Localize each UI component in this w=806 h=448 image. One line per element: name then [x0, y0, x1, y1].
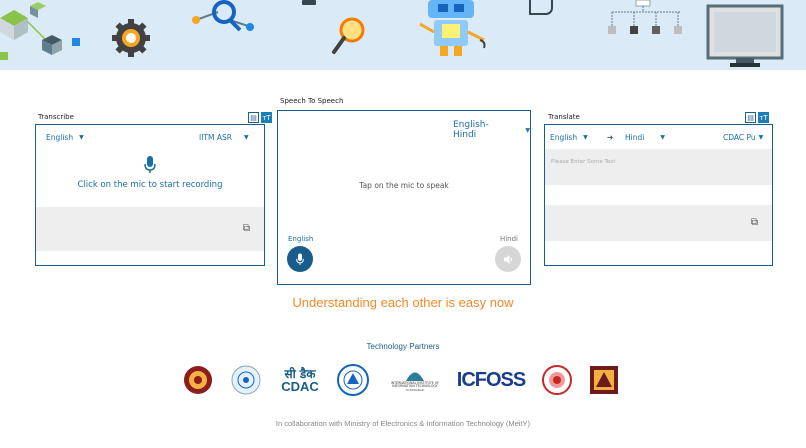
gear-icon	[112, 19, 150, 57]
robot-icon	[419, 0, 486, 56]
cdac-logo-hindi: सी डैक	[284, 366, 316, 381]
language-pair-value: English-Hindi	[453, 120, 489, 140]
language-pair-select[interactable]: English-Hindi ▼	[453, 120, 530, 140]
arrow-right-icon: ➔	[607, 133, 614, 142]
outline-shape-icon	[529, 0, 553, 15]
translate-source-value: English	[550, 133, 578, 142]
play-button[interactable]	[495, 246, 521, 272]
speaker-icon	[503, 254, 512, 264]
translate-target-select[interactable]: Hindi ▼	[625, 133, 665, 142]
transcribe-output: ⧉	[36, 207, 264, 251]
font-size-icon[interactable]: тT	[758, 112, 769, 123]
partners-title: Technology Partners	[366, 342, 440, 351]
network-magnifier-icon	[192, 0, 254, 32]
iit-madras-logo	[182, 362, 214, 398]
banner-illustration	[0, 0, 784, 67]
chevron-down-icon: ▼	[79, 134, 84, 141]
cdac-logo-latin: CDAC	[281, 378, 319, 394]
speech-to-speech-label: Speech To Speech	[280, 97, 344, 105]
iisc-logo	[230, 362, 262, 398]
translate-source-select[interactable]: English ▼	[550, 133, 588, 142]
iiit-hyderabad-logo: INTERNATIONAL INSTITUTE OF INFORMATION T…	[384, 362, 446, 398]
transcribe-model-select[interactable]: IITM ASR ▼	[199, 133, 249, 142]
camera-icon	[302, 0, 316, 5]
record-button[interactable]	[287, 246, 313, 272]
iiit-logo-city: HYDERABAD	[405, 387, 425, 392]
tagline: Understanding each other is easy now	[292, 295, 514, 310]
translate-input[interactable]: Please Enter Some Text	[545, 149, 772, 185]
speech-to-speech-card: English-Hindi ▼ Tap on the mic to speak …	[277, 110, 531, 285]
translate-target-value: Hindi	[625, 133, 645, 142]
icfoss-logo: ICFOSS	[456, 368, 526, 391]
font-size-icon[interactable]: тT	[261, 112, 272, 123]
iit-kharagpur-logo	[540, 362, 574, 398]
header-banner	[0, 0, 806, 70]
footer-text: In collaboration with Ministry of Electr…	[275, 419, 531, 428]
partner-emblem-logo	[587, 362, 621, 398]
cdac-logo: सी डैक CDAC	[278, 362, 322, 398]
org-chart-icon	[608, 0, 682, 34]
source-language-label: English	[288, 235, 314, 243]
translate-output: ⧉	[545, 205, 772, 241]
chevron-down-icon: ▼	[243, 134, 249, 141]
transcribe-language-value: English	[46, 133, 74, 142]
target-language-label: Hindi	[499, 235, 518, 243]
transcribe-card: English ▼ IITM ASR ▼ Click on the mic to…	[35, 124, 265, 266]
chevron-down-icon: ▼	[660, 134, 665, 141]
cubes-icon	[0, 2, 80, 60]
copy-icon[interactable]: ⧉	[751, 217, 758, 228]
microphone-icon	[296, 253, 304, 265]
chevron-down-icon: ▼	[525, 126, 530, 134]
transcribe-model-value: IITM ASR	[199, 133, 232, 142]
translate-model-value: CDAC Pu	[723, 133, 756, 142]
chevron-down-icon: ▼	[758, 134, 764, 141]
monitor-icon	[706, 4, 784, 67]
speech-prompt: Tap on the mic to speak	[359, 181, 449, 190]
microphone-icon[interactable]	[144, 156, 156, 174]
iit-bombay-logo	[336, 362, 370, 398]
translate-label: Translate	[548, 113, 580, 121]
chevron-down-icon: ▼	[583, 134, 588, 141]
document-icon[interactable]: ▤	[248, 112, 259, 123]
translate-card: English ▼ ➔ Hindi ▼ CDAC Pu ▼ Please Ent…	[544, 124, 773, 266]
magnifier-icon	[332, 17, 365, 54]
translate-model-select[interactable]: CDAC Pu ▼	[723, 133, 763, 142]
document-icon[interactable]: ▤	[745, 112, 756, 123]
transcribe-prompt: Click on the mic to start recording	[77, 180, 223, 190]
copy-icon[interactable]: ⧉	[243, 223, 250, 234]
transcribe-language-select[interactable]: English ▼	[46, 133, 84, 142]
transcribe-label: Transcribe	[38, 113, 74, 121]
